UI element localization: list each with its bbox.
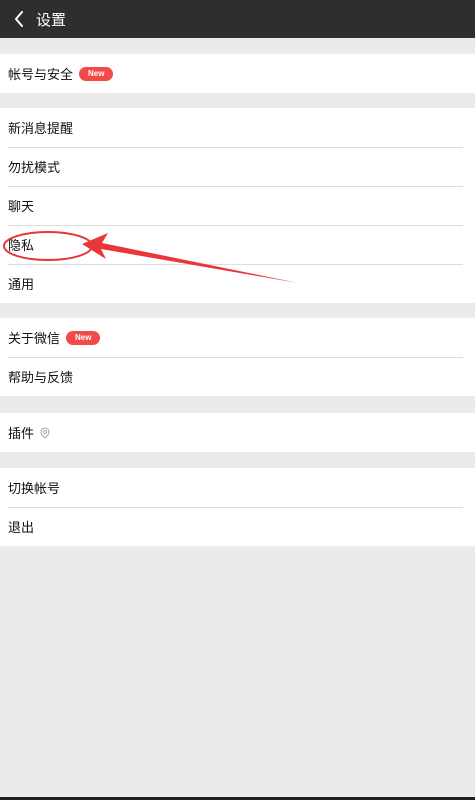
settings-item-about-wechat[interactable]: 关于微信 New bbox=[0, 318, 475, 357]
item-label: 聊天 bbox=[8, 200, 35, 215]
item-label: 退出 bbox=[8, 521, 35, 536]
item-label: 勿扰模式 bbox=[8, 161, 61, 176]
group-plugins: 插件 bbox=[0, 413, 475, 452]
settings-item-help-feedback[interactable]: 帮助与反馈 bbox=[0, 357, 475, 396]
settings-item-do-not-disturb[interactable]: 勿扰模式 bbox=[0, 147, 475, 186]
item-label: 切换帐号 bbox=[8, 482, 61, 497]
group-about: 关于微信 New 帮助与反馈 bbox=[0, 318, 475, 396]
settings-item-switch-account[interactable]: 切换帐号 bbox=[0, 468, 475, 507]
settings-item-chats[interactable]: 聊天 bbox=[0, 186, 475, 225]
new-badge: New bbox=[79, 66, 114, 81]
item-label: 关于微信 bbox=[8, 332, 61, 347]
item-label: 插件 bbox=[8, 427, 35, 442]
item-label: 帮助与反馈 bbox=[8, 371, 74, 386]
item-label: 通用 bbox=[8, 278, 35, 293]
settings-item-privacy[interactable]: 隐私 bbox=[0, 225, 475, 264]
new-badge: New bbox=[66, 330, 101, 345]
group-general: 新消息提醒 勿扰模式 聊天 隐私 通用 bbox=[0, 108, 475, 303]
item-label: 隐私 bbox=[8, 239, 35, 254]
back-arrow-icon[interactable] bbox=[10, 9, 28, 29]
top-bar: 设置 bbox=[0, 0, 475, 38]
settings-item-new-message-alerts[interactable]: 新消息提醒 bbox=[0, 108, 475, 147]
settings-item-account-security[interactable]: 帐号与安全 New bbox=[0, 54, 475, 93]
item-label: 新消息提醒 bbox=[8, 122, 74, 137]
settings-item-plugins[interactable]: 插件 bbox=[0, 413, 475, 452]
group-account: 帐号与安全 New bbox=[0, 54, 475, 93]
group-account-switch: 切换帐号 退出 bbox=[0, 468, 475, 546]
plugin-icon bbox=[40, 426, 50, 439]
settings-item-general[interactable]: 通用 bbox=[0, 264, 475, 303]
settings-item-log-out[interactable]: 退出 bbox=[0, 507, 475, 546]
item-label: 帐号与安全 bbox=[8, 68, 74, 83]
page-title: 设置 bbox=[36, 10, 67, 29]
